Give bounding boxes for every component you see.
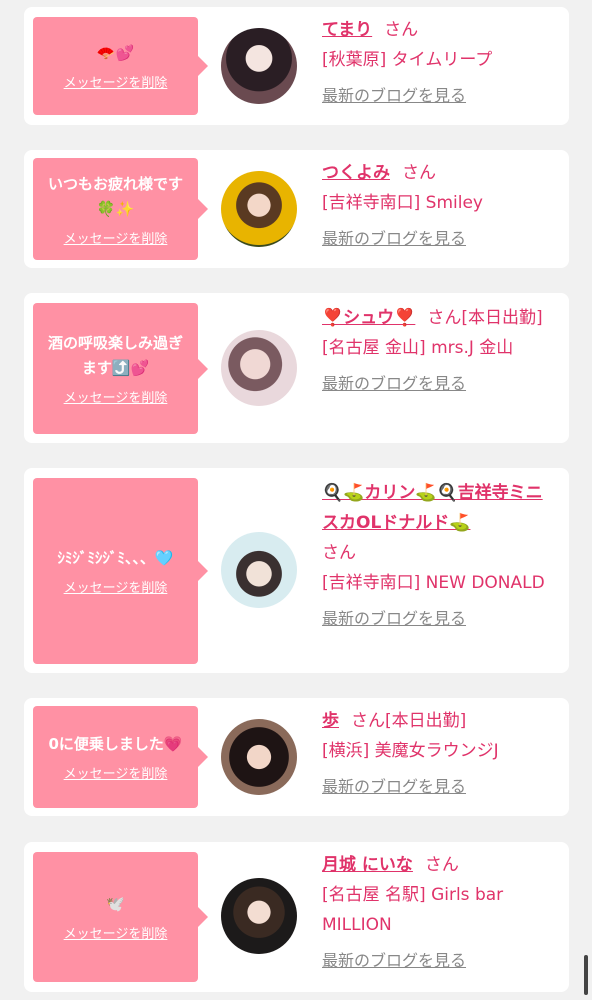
user-name-link[interactable]: 月城 にいな [322,855,413,875]
user-card: 🪭💕 メッセージを削除 てまり さん [秋葉原] タイムリープ 最新のブログを見る [24,7,569,125]
user-card: 0に便乗しました💗 メッセージを削除 歩さん[本日出勤] [横浜] 美魔女ラウン… [24,698,569,816]
message-text: 0に便乗しました💗 [48,735,183,753]
user-info: 月城 にいな さん [名古屋 名駅] Girls bar MILLION 最新のブ… [322,850,557,976]
user-info: つくよみ さん [吉祥寺南口] Smiley 最新のブログを見る [322,158,557,254]
scrollbar[interactable] [584,955,588,995]
message-bubble: ｼﾐｼﾞﾐｼｼﾞﾐ、、、🩵 メッセージを削除 [33,478,208,664]
delete-message-link[interactable]: メッセージを削除 [64,763,168,782]
user-name-link[interactable]: つくよみ [322,163,390,183]
shop-label: [秋葉原] タイムリープ [322,50,493,70]
user-name-link[interactable]: ❣️シュウ❣️ [322,308,415,328]
user-name-link[interactable]: 🍳⛳カリン⛳🍳吉祥寺ミニスカOLドナルド⛳ [322,483,543,533]
avatar[interactable] [221,532,297,608]
latest-blog-link[interactable]: 最新のブログを見る [322,81,466,111]
honorific: さん [427,308,462,328]
user-info: てまり さん [秋葉原] タイムリープ 最新のブログを見る [322,15,557,111]
shop-label: [名古屋 金山] mrs.J 金山 [322,338,514,358]
message-text: 🕊️ [106,895,125,913]
user-card: ｼﾐｼﾞﾐｼｼﾞﾐ、、、🩵 メッセージを削除 🍳⛳カリン⛳🍳吉祥寺ミニスカOLド… [24,468,569,673]
honorific: さん [351,711,385,731]
honorific: さん [384,20,419,40]
honorific: さん [424,855,459,875]
avatar[interactable] [221,171,297,247]
user-card: 🕊️ メッセージを削除 月城 にいな さん [名古屋 名駅] Girls bar … [24,842,569,992]
shop-label: [横浜] 美魔女ラウンジJ [322,741,499,761]
latest-blog-link[interactable]: 最新のブログを見る [322,772,466,802]
delete-message-link[interactable]: メッセージを削除 [64,577,168,596]
latest-blog-link[interactable]: 最新のブログを見る [322,946,466,976]
avatar[interactable] [221,878,297,954]
avatar[interactable] [221,719,297,795]
message-text: ｼﾐｼﾞﾐｼｼﾞﾐ、、、🩵 [57,549,174,567]
honorific: さん [402,163,436,183]
user-info: 歩さん[本日出勤] [横浜] 美魔女ラウンジJ 最新のブログを見る [322,706,557,802]
user-card: 酒の呼吸楽しみ過ぎます⤴️💕 メッセージを削除 ❣️シュウ❣️ さん[本日出勤] … [24,293,569,443]
delete-message-link[interactable]: メッセージを削除 [64,387,168,406]
honorific: さん [322,543,356,563]
avatar[interactable] [221,330,297,406]
shop-label: [吉祥寺南口] Smiley [322,193,483,213]
latest-blog-link[interactable]: 最新のブログを見る [322,369,466,399]
message-bubble: 🪭💕 メッセージを削除 [33,17,208,115]
user-info: 🍳⛳カリン⛳🍳吉祥寺ミニスカOLドナルド⛳ さん [吉祥寺南口] NEW DON… [322,478,557,634]
delete-message-link[interactable]: メッセージを削除 [64,72,168,91]
message-text: 🪭💕 [96,44,135,62]
message-text: いつもお疲れ様です🍀✨ [47,174,183,218]
message-text: 酒の呼吸楽しみ過ぎます⤴️💕 [47,334,183,377]
user-card: いつもお疲れ様です🍀✨ メッセージを削除 つくよみ さん [吉祥寺南口] Smil… [24,150,569,268]
shop-label: [吉祥寺南口] NEW DONALD [322,573,545,593]
latest-blog-link[interactable]: 最新のブログを見る [322,604,466,634]
message-bubble: 酒の呼吸楽しみ過ぎます⤴️💕 メッセージを削除 [33,303,208,434]
message-bubble: 0に便乗しました💗 メッセージを削除 [33,706,208,808]
delete-message-link[interactable]: メッセージを削除 [64,228,168,247]
message-bubble: いつもお疲れ様です🍀✨ メッセージを削除 [33,158,208,260]
user-info: ❣️シュウ❣️ さん[本日出勤] [名古屋 金山] mrs.J 金山 最新のブログ… [322,303,557,399]
avatar[interactable] [221,28,297,104]
delete-message-link[interactable]: メッセージを削除 [64,923,168,942]
message-bubble: 🕊️ メッセージを削除 [33,852,208,982]
working-today-label: [本日出勤] [385,711,467,731]
latest-blog-link[interactable]: 最新のブログを見る [322,224,466,254]
shop-label: [名古屋 名駅] Girls bar MILLION [322,885,504,935]
user-name-link[interactable]: 歩 [322,711,339,731]
user-name-link[interactable]: てまり [322,20,372,40]
working-today-label: [本日出勤] [461,308,543,328]
